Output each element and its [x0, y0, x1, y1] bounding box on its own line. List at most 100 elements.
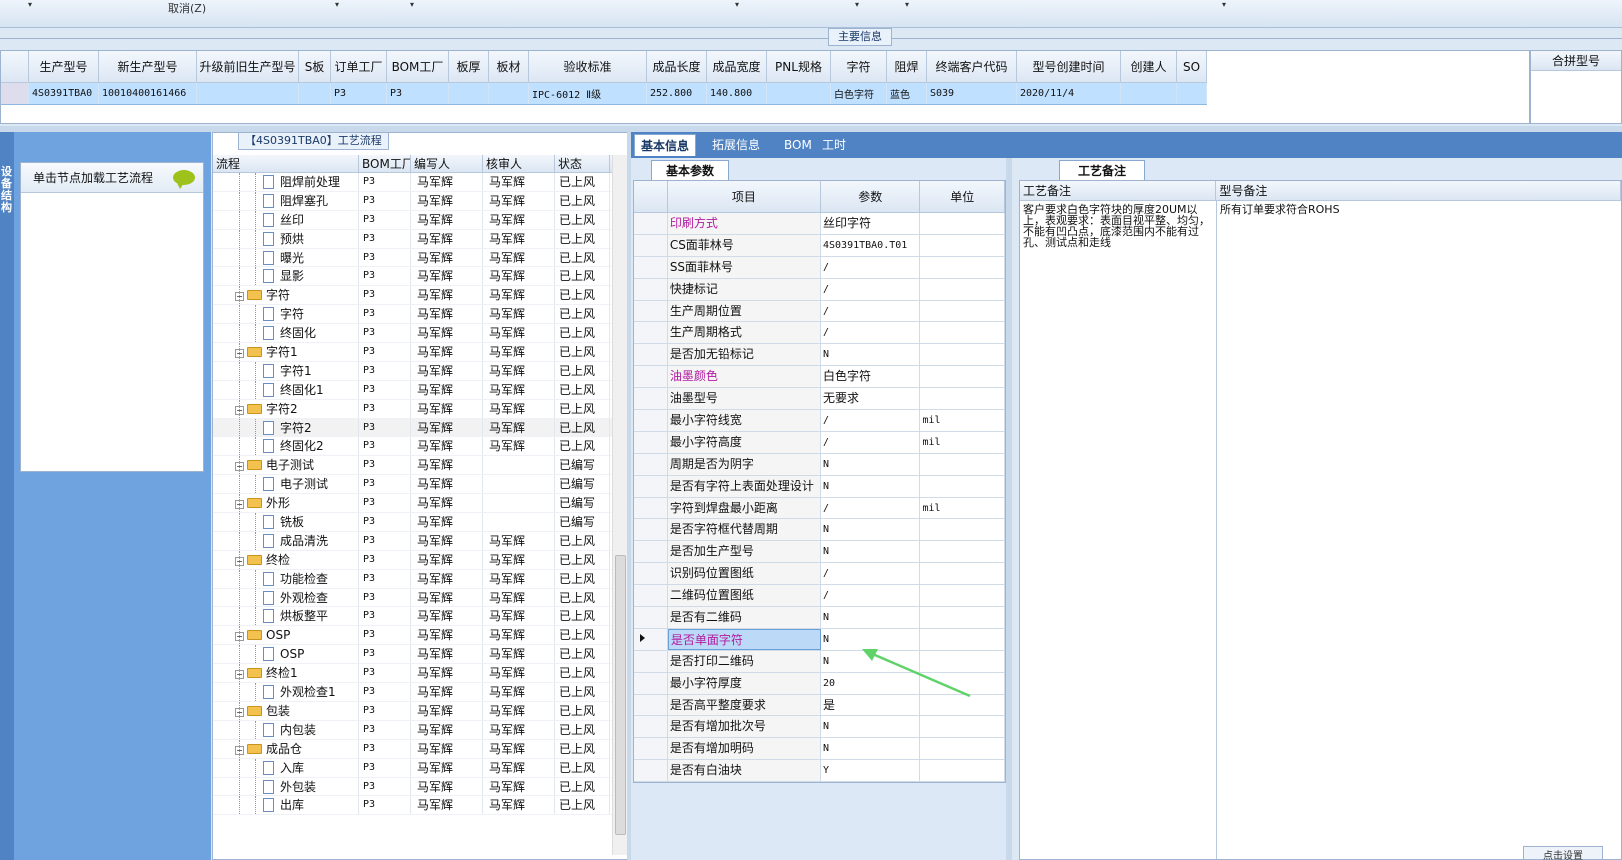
process-name-cell[interactable]: 成品清洗 — [213, 531, 359, 550]
param-row[interactable]: 字符到焊盘最小距离 / mil — [634, 497, 1005, 520]
process-row[interactable]: 外包装 P3 马军辉 马军辉 已上风 — [213, 777, 625, 797]
product-col-header[interactable]: 型号创建时间 — [1017, 51, 1121, 83]
process-row[interactable]: 铣板 P3 马军辉 已编写 — [213, 513, 625, 532]
product-col-header[interactable]: 板材 — [489, 51, 529, 83]
process-row[interactable]: 字符1 P3 马军辉 马军辉 已上风 — [213, 361, 625, 381]
process-writer-cell[interactable]: 马军辉 — [411, 683, 483, 701]
process-writer-cell[interactable]: 马军辉 — [411, 380, 483, 399]
row-selector[interactable] — [1, 83, 29, 104]
process-name-cell[interactable]: 功能检查 — [213, 569, 359, 588]
row-indicator[interactable] — [634, 300, 668, 322]
process-reviewer-cell[interactable]: 马军辉 — [483, 645, 555, 664]
param-value[interactable]: N — [820, 738, 921, 760]
product-col-header[interactable]: 字符 — [831, 51, 887, 83]
col-unit[interactable]: 单位 — [920, 181, 1006, 212]
process-reviewer-cell[interactable]: 马军辉 — [483, 626, 555, 645]
process-col-header[interactable]: BOM工厂 — [359, 155, 411, 172]
row-indicator[interactable] — [634, 760, 668, 782]
process-status-cell[interactable]: 已上风 — [555, 418, 610, 437]
col-process-remark[interactable]: 工艺备注 — [1020, 181, 1217, 200]
param-value[interactable]: / — [820, 410, 921, 431]
param-value[interactable]: 无要求 — [820, 388, 921, 410]
process-reviewer-cell[interactable]: 马军辉 — [483, 739, 555, 758]
process-reviewer-cell[interactable]: 马军辉 — [483, 569, 555, 588]
process-bom-cell[interactable]: P3 — [359, 796, 411, 815]
row-indicator[interactable] — [634, 256, 668, 278]
process-reviewer-cell[interactable]: 马军辉 — [483, 267, 555, 286]
process-name-cell[interactable]: − 电子测试 — [213, 456, 359, 475]
product-cell[interactable]: IPC-6012 Ⅱ级 — [529, 83, 647, 104]
process-writer-cell[interactable]: 马军辉 — [411, 324, 483, 343]
product-cell[interactable] — [299, 83, 331, 104]
process-row[interactable]: 外观检查 P3 马军辉 马军辉 已上风 — [213, 588, 625, 608]
row-indicator[interactable] — [634, 497, 668, 519]
row-indicator[interactable] — [634, 344, 668, 366]
process-reviewer-cell[interactable]: 马军辉 — [483, 380, 555, 399]
process-status-cell[interactable]: 已上风 — [555, 191, 610, 210]
process-reviewer-cell[interactable]: 马军辉 — [483, 437, 555, 456]
process-status-cell[interactable]: 已上风 — [555, 531, 610, 550]
process-reviewer-cell[interactable]: 马军辉 — [483, 305, 555, 324]
tab-work-hours[interactable]: 工时 — [816, 134, 852, 156]
process-bom-cell[interactable]: P3 — [359, 248, 411, 267]
process-reviewer-cell[interactable]: 马军辉 — [483, 664, 555, 683]
row-indicator[interactable] — [634, 453, 668, 475]
process-writer-cell[interactable]: 马军辉 — [411, 173, 483, 191]
process-reviewer-cell[interactable]: 马军辉 — [483, 324, 555, 343]
param-value[interactable]: 白色字符 — [820, 366, 921, 388]
param-value[interactable]: 4S0391TBA0.T01 — [820, 234, 921, 256]
process-reviewer-cell[interactable] — [483, 513, 555, 531]
product-col-header[interactable]: 成品宽度 — [707, 51, 767, 83]
row-indicator[interactable] — [634, 628, 668, 650]
process-row[interactable]: OSP P3 马军辉 马军辉 已上风 — [213, 645, 625, 665]
row-indicator[interactable] — [634, 738, 668, 760]
process-name-cell[interactable]: 曝光 — [213, 248, 359, 267]
process-writer-cell[interactable]: 马军辉 — [411, 286, 483, 305]
row-indicator[interactable] — [634, 234, 668, 256]
process-reviewer-cell[interactable]: 马军辉 — [483, 758, 555, 777]
row-indicator[interactable] — [634, 716, 668, 738]
product-col-header[interactable]: 验收标准 — [529, 51, 647, 83]
param-row[interactable]: 生产周期格式 / — [634, 322, 1005, 345]
process-status-cell[interactable]: 已上风 — [555, 683, 610, 701]
row-indicator[interactable] — [634, 519, 668, 541]
process-status-cell[interactable]: 已上风 — [555, 645, 610, 664]
param-row[interactable]: 印刷方式 丝印字符 — [634, 213, 1005, 235]
process-bom-cell[interactable]: P3 — [359, 550, 411, 569]
product-col-header[interactable]: 生产型号 — [29, 51, 99, 83]
process-bom-cell[interactable]: P3 — [359, 210, 411, 229]
process-reviewer-cell[interactable]: 马军辉 — [483, 210, 555, 229]
process-row[interactable]: 入库 P3 马军辉 马军辉 已上风 — [213, 758, 625, 778]
param-value[interactable]: / — [820, 278, 921, 300]
process-name-cell[interactable]: 丝印 — [213, 210, 359, 229]
process-bom-cell[interactable]: P3 — [359, 777, 411, 796]
cancel-button[interactable]: 取消(Z) — [168, 0, 206, 16]
process-bom-cell[interactable]: P3 — [359, 399, 411, 418]
process-reviewer-cell[interactable] — [483, 475, 555, 494]
process-remark-text[interactable]: 客户要求白色字符块的厚度20UM以上，表观要求：表面目视平整、均匀，不能有凹凸点… — [1020, 201, 1217, 859]
process-writer-cell[interactable]: 马军辉 — [411, 399, 483, 418]
process-row[interactable]: − 终检 P3 马军辉 马军辉 已上风 — [213, 550, 625, 570]
process-status-cell[interactable]: 已上风 — [555, 777, 610, 796]
process-bom-cell[interactable]: P3 — [359, 437, 411, 456]
process-writer-cell[interactable]: 马军辉 — [411, 796, 483, 815]
process-status-cell[interactable]: 已上风 — [555, 739, 610, 758]
process-reviewer-cell[interactable]: 马军辉 — [483, 683, 555, 701]
process-writer-cell[interactable]: 马军辉 — [411, 267, 483, 286]
process-writer-cell[interactable]: 马军辉 — [411, 664, 483, 683]
dropdown-arrow-icon[interactable]: ▾ — [905, 0, 909, 9]
process-status-cell[interactable]: 已上风 — [555, 701, 610, 720]
process-bom-cell[interactable]: P3 — [359, 588, 411, 607]
process-bom-cell[interactable]: P3 — [359, 758, 411, 777]
process-status-cell[interactable]: 已上风 — [555, 173, 610, 191]
product-cell[interactable]: 2020/11/4 — [1017, 83, 1121, 104]
process-writer-cell[interactable]: 马军辉 — [411, 456, 483, 475]
param-row[interactable]: 周期是否为阴字 N — [634, 453, 1005, 476]
tab-extended-info[interactable]: 拓展信息 — [706, 134, 766, 156]
process-row[interactable]: 字符2 P3 马军辉 马军辉 已上风 — [213, 418, 625, 438]
process-row[interactable]: − 字符2 P3 马军辉 马军辉 已上风 — [213, 399, 625, 419]
process-reviewer-cell[interactable]: 马军辉 — [483, 191, 555, 210]
param-value[interactable]: / — [820, 563, 921, 585]
process-status-cell[interactable]: 已编写 — [555, 456, 610, 475]
process-status-cell[interactable]: 已上风 — [555, 286, 610, 305]
